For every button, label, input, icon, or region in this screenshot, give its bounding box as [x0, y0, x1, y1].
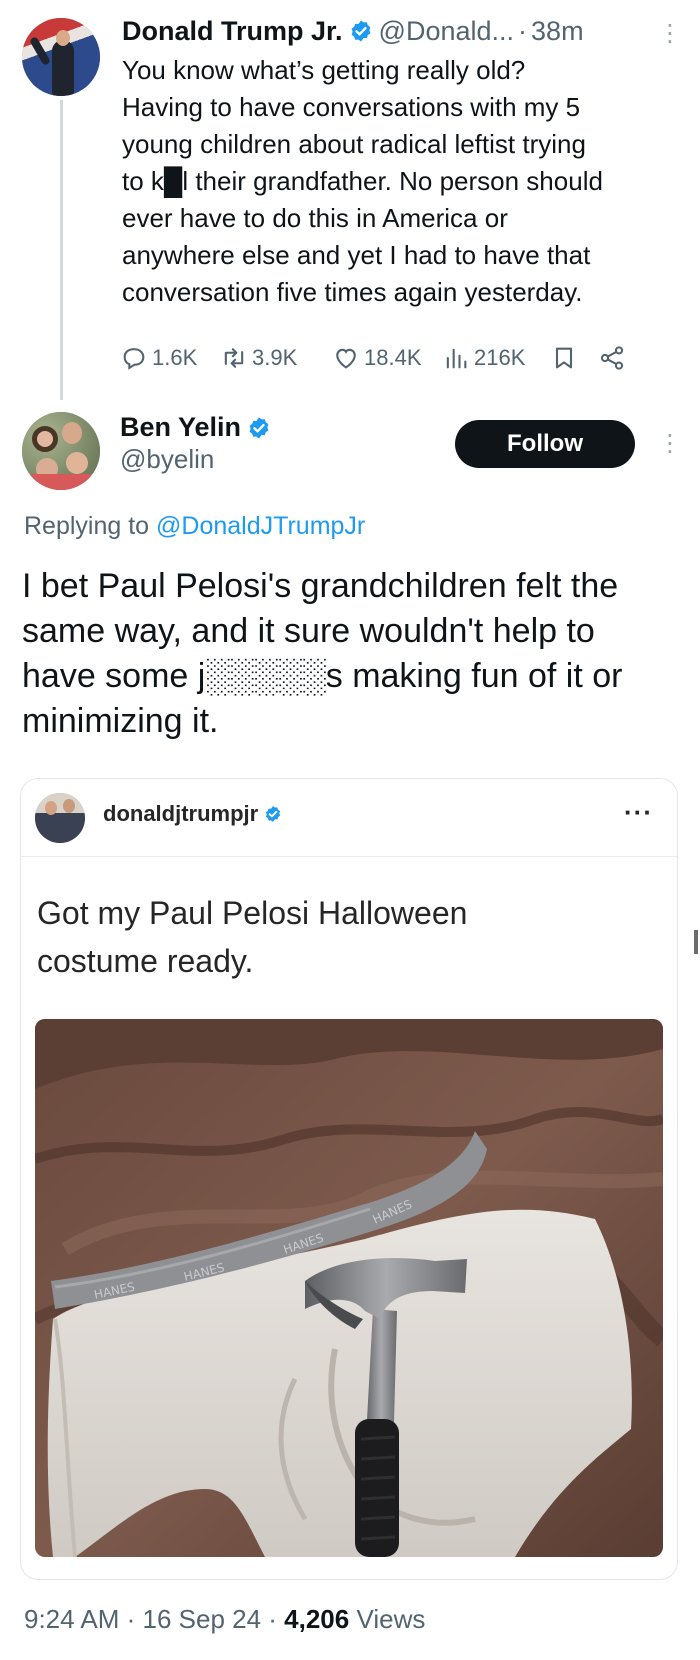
like-icon	[336, 348, 356, 369]
reply-button[interactable]: 1.6K	[120, 340, 197, 376]
quoted-post-header: donaldjtrumpjr ···	[21, 779, 677, 857]
tweet-header: Donald Trump Jr. @Donald... · 38m	[122, 14, 584, 48]
quoted-author-username[interactable]: donaldjtrumpjr	[103, 801, 258, 827]
share-icon	[600, 346, 624, 370]
views-count: 216K	[474, 345, 526, 370]
repost-icon	[224, 348, 244, 368]
views-button[interactable]: 216K	[442, 340, 525, 376]
reply-author-name-row: Ben Yelin	[120, 412, 277, 443]
reply-author-avatar[interactable]	[22, 412, 100, 490]
more-options-icon[interactable]: ⋮	[658, 22, 682, 46]
quoted-author-row: donaldjtrumpjr	[103, 801, 288, 827]
replying-to: Replying to @DonaldJTrumpJr	[24, 512, 365, 541]
author-avatar[interactable]	[22, 18, 100, 96]
separator: ·	[518, 15, 528, 46]
more-options-icon[interactable]: ⋮	[658, 432, 682, 456]
author-name[interactable]: Donald Trump Jr.	[122, 16, 343, 47]
timestamp[interactable]: 9:24 AM · 16 Sep 24 ·	[24, 1604, 284, 1634]
verified-badge-icon	[351, 20, 370, 42]
scroll-marker	[694, 930, 698, 954]
reply-icon	[123, 348, 145, 370]
view-count: 4,206	[284, 1604, 350, 1634]
reply-author-name[interactable]: Ben Yelin	[120, 412, 241, 443]
follow-button[interactable]: Follow	[455, 420, 635, 468]
parent-tweet: Donald Trump Jr. @Donald... · 38m ⋮ You …	[0, 0, 700, 400]
quoted-post-photo[interactable]: HANES HANES HANES HANES	[35, 1019, 663, 1557]
bookmark-icon	[555, 347, 573, 369]
tweet-meta: 9:24 AM · 16 Sep 24 · 4,206 Views	[24, 1604, 425, 1635]
thread-line	[60, 100, 63, 400]
photo-illustration: HANES HANES HANES HANES	[35, 1019, 663, 1557]
bookmark-button[interactable]	[550, 340, 582, 376]
like-count: 18.4K	[364, 345, 422, 370]
like-button[interactable]: 18.4K	[332, 340, 422, 376]
quoted-author-avatar[interactable]	[35, 793, 85, 843]
views-icon	[446, 348, 467, 369]
repost-button[interactable]: 3.9K	[220, 340, 297, 376]
tweet-text: You know what’s getting really old? Havi…	[122, 55, 603, 307]
reply-count: 1.6K	[152, 345, 198, 370]
quoted-post-card[interactable]: donaldjtrumpjr ··· Got my Paul Pelosi Ha…	[20, 778, 678, 1580]
verified-badge-icon	[249, 417, 269, 438]
more-icon[interactable]: ···	[624, 797, 653, 828]
author-handle[interactable]: @Donald...	[379, 16, 514, 47]
tweet-actions: 1.6K 3.9K 18.4K 216K	[120, 340, 680, 376]
reply-author-handle[interactable]: @byelin	[120, 444, 214, 475]
replying-to-mention[interactable]: @DonaldJTrumpJr	[156, 512, 365, 540]
views-label: Views	[349, 1604, 426, 1634]
tweet-time[interactable]: 38m	[531, 16, 584, 47]
replying-to-prefix: Replying to	[24, 512, 157, 540]
repost-count: 3.9K	[252, 345, 298, 370]
reply-text: I bet Paul Pelosi's grandchildren felt t…	[22, 567, 623, 740]
verified-badge-icon	[266, 806, 281, 822]
quoted-post-text: Got my Paul Pelosi Halloween costume rea…	[37, 895, 468, 979]
share-button[interactable]	[598, 340, 630, 376]
